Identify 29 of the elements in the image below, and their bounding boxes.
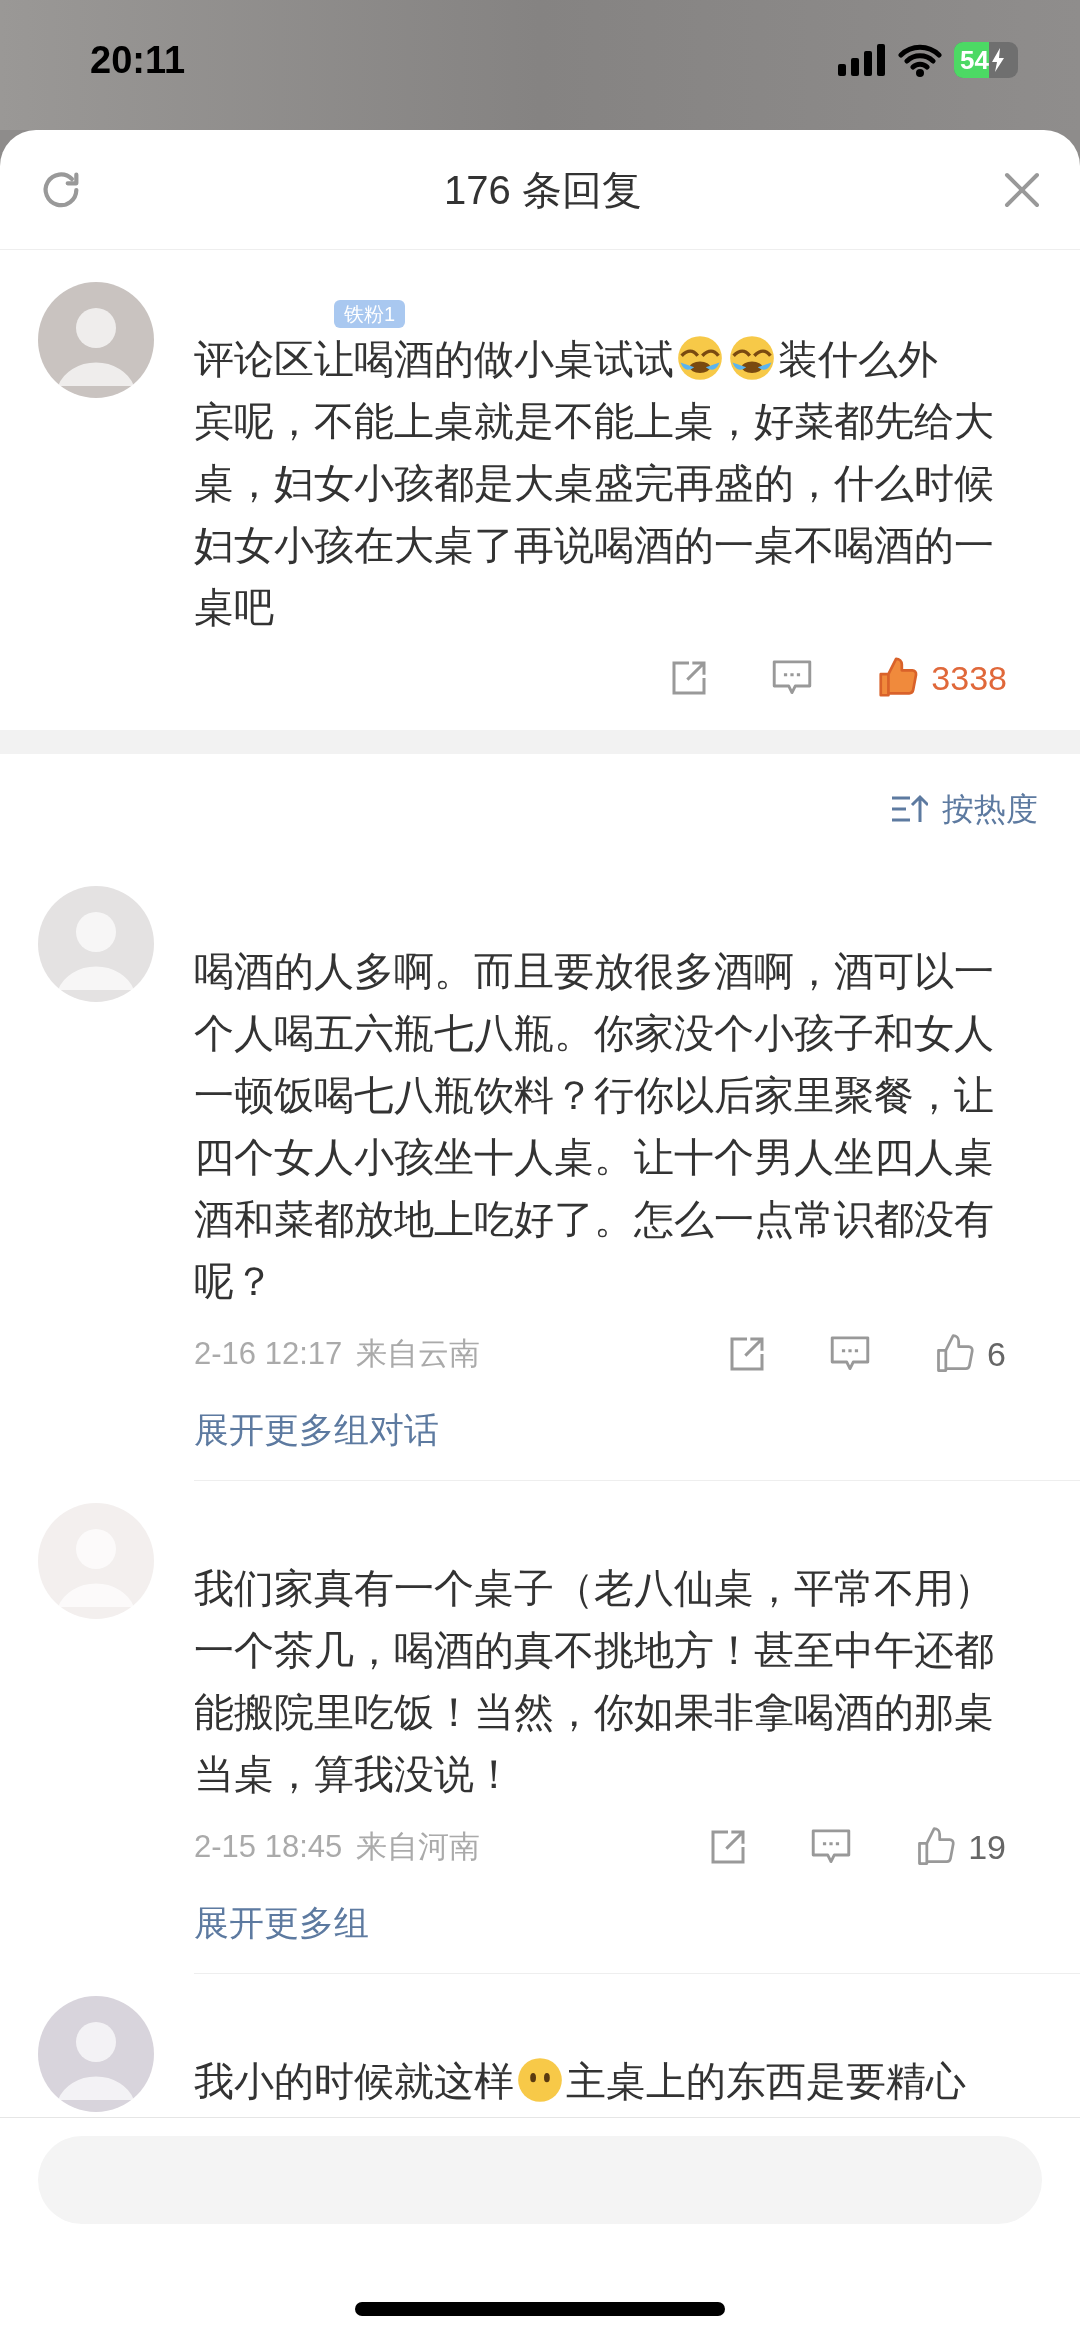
comment-text: 喝酒的人多啊。而且要放很多酒啊，酒可以一个人喝五六瓶七八瓶。你家没个小孩子和女人一顿饭喝七八瓶饮料？行你以后家里聚餐，让四个女人小孩坐十人桌。让十个男人坐四人桌酒和菜都放地上吃好了。怎么一点常识都没有呢？ bbox=[194, 948, 995, 1305]
battery-indicator: 54 bbox=[954, 42, 1018, 78]
laughing-face-icon bbox=[677, 335, 723, 381]
blank-face-icon bbox=[517, 2057, 563, 2103]
wifi-icon bbox=[898, 43, 942, 77]
comment-text: 主桌上的东西是要精心 bbox=[566, 2059, 966, 2103]
sort-button[interactable]: 按热度 bbox=[890, 785, 1038, 833]
status-time: 20:11 bbox=[90, 37, 186, 83]
expand-link[interactable]: 展开更多组对话 bbox=[194, 1400, 439, 1460]
comment-location: 来自河南 bbox=[356, 1827, 481, 1866]
expand-link[interactable]: 展开更多组 bbox=[194, 1893, 369, 1953]
signal-icon bbox=[838, 44, 886, 76]
header-title: 176 条回复 bbox=[444, 166, 642, 214]
comment-date: 2-15 18:45 bbox=[194, 1827, 343, 1866]
sort-icon bbox=[890, 794, 928, 824]
comment-location: 来自云南 bbox=[356, 1334, 481, 1373]
comment-text: 评论区让喝酒的做小桌试试 bbox=[194, 337, 674, 381]
like-button[interactable]: 19 bbox=[914, 1821, 1006, 1873]
like-button[interactable]: 6 bbox=[933, 1328, 1006, 1380]
like-button[interactable]: 3338 bbox=[875, 652, 1007, 704]
comment-text: 我们家真有一个桌子（老八仙桌，平常不用）一个茶几，喝酒的真不挑地方！甚至中午还都能搬院里吃饭！当然，你如果非拿喝酒的那桌当桌，算我没说！ bbox=[194, 1565, 995, 1798]
comment-date: 2-16 12:17 bbox=[194, 1334, 343, 1373]
comment-text: 装什么外 bbox=[778, 337, 938, 381]
laughing-face-icon bbox=[729, 335, 775, 381]
comment-text: 宾呢，不能上桌就是不能上桌，好菜都先给大桌，妇女小孩都是大桌盛完再盛的，什么时候妇女小孩在大桌了再说喝酒的一桌不喝酒的一桌吧 bbox=[194, 398, 995, 631]
comment-text: 我小的时候就这样 bbox=[194, 2059, 514, 2103]
fan-badge: 铁粉1 bbox=[334, 300, 406, 328]
avatar[interactable] bbox=[38, 282, 154, 398]
avatar[interactable] bbox=[38, 1996, 154, 2112]
